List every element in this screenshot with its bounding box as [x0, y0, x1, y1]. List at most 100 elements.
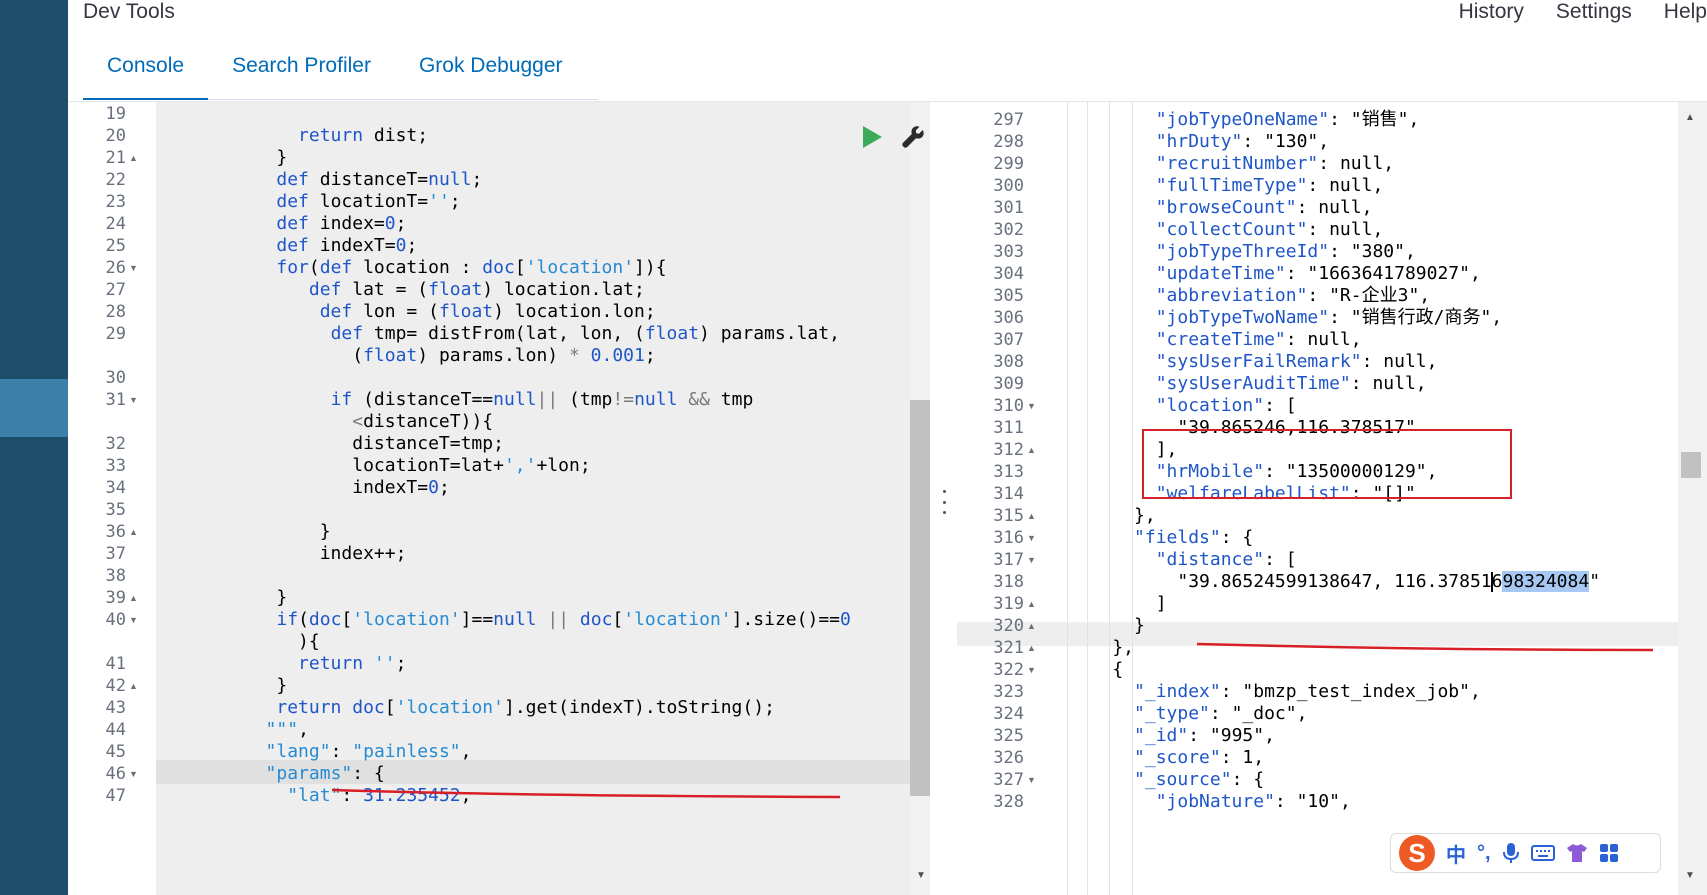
code-line: "_score": 1,	[1069, 746, 1264, 770]
line-number: 318	[993, 572, 1024, 592]
code-token: tmp= distFrom(lat, lon, (	[363, 323, 645, 344]
fold-expand-icon[interactable]: ▲	[129, 520, 138, 544]
code-token: "params"	[265, 763, 353, 784]
tab-search-profiler[interactable]: Search Profiler	[208, 46, 395, 100]
code-token: def	[330, 323, 364, 344]
fold-collapse-icon[interactable]: ▼	[1027, 394, 1036, 418]
tab-grok-debugger[interactable]: Grok Debugger	[395, 46, 587, 100]
fold-collapse-icon[interactable]: ▼	[129, 762, 138, 786]
line-number: 32	[105, 434, 126, 454]
code-line: locationT=lat+','+lon;	[168, 454, 591, 478]
code-token: [	[612, 609, 624, 630]
code-line: def lon = (float) location.lon;	[168, 300, 656, 324]
code-token: "location"	[1155, 395, 1265, 416]
panel-resize-handle[interactable]	[941, 490, 947, 514]
ime-logo[interactable]: S	[1399, 835, 1435, 871]
scroll-down-arrow-icon[interactable]: ▼	[1685, 870, 1695, 881]
code-token: : "130",	[1242, 131, 1330, 152]
run-request-icon[interactable]	[863, 126, 882, 148]
line-number	[68, 410, 126, 434]
code-token: : "R-企业3",	[1307, 285, 1431, 306]
microphone-icon[interactable]	[1502, 842, 1520, 864]
fold-expand-icon[interactable]: ▲	[1027, 614, 1036, 638]
code-token: "abbreviation"	[1155, 285, 1308, 306]
line-number: 323	[993, 682, 1024, 702]
apps-icon[interactable]	[1599, 843, 1619, 863]
code-line: "createTime": null,	[1069, 328, 1362, 352]
code-token: "browseCount"	[1155, 197, 1297, 218]
ime-punctuation-toggle[interactable]: °,	[1477, 842, 1491, 865]
code-line: return dist;	[168, 124, 428, 148]
code-token: ]==	[460, 609, 494, 630]
fold-expand-icon[interactable]: ▲	[1027, 438, 1036, 462]
code-line: {	[1069, 658, 1123, 682]
line-number	[68, 344, 126, 368]
code-token: index=	[308, 213, 385, 234]
fold-collapse-icon[interactable]: ▼	[1027, 548, 1036, 572]
code-token: 6	[1491, 571, 1503, 592]
code-token: +lon;	[536, 455, 591, 476]
response-scrollbar[interactable]	[1678, 102, 1707, 895]
annotation-underline	[1196, 642, 1654, 652]
fold-expand-icon[interactable]: ▲	[129, 674, 138, 698]
fold-collapse-icon[interactable]: ▼	[1027, 658, 1036, 682]
code-token: doc	[308, 609, 342, 630]
fold-collapse-icon[interactable]: ▼	[129, 256, 138, 280]
line-number: 19	[105, 104, 126, 124]
help-link[interactable]: Help	[1664, 0, 1707, 24]
line-number: 303	[993, 242, 1024, 262]
code-token: *	[568, 345, 580, 366]
fold-expand-icon[interactable]: ▲	[129, 586, 138, 610]
request-scroll-thumb[interactable]	[910, 400, 930, 796]
scroll-up-arrow-icon[interactable]: ▲	[1685, 112, 1695, 123]
line-number: 326	[993, 748, 1024, 768]
fold-collapse-icon[interactable]: ▼	[1027, 768, 1036, 792]
code-token: index++;	[168, 543, 407, 564]
response-scroll-thumb[interactable]	[1681, 452, 1701, 478]
fold-collapse-icon[interactable]: ▼	[129, 608, 138, 632]
code-token: (	[168, 345, 364, 366]
wrench-icon[interactable]	[900, 124, 926, 150]
indent-guide	[1087, 102, 1088, 895]
fold-collapse-icon[interactable]: ▼	[1027, 526, 1036, 550]
fold-collapse-icon[interactable]: ▼	[129, 388, 138, 412]
fold-expand-icon[interactable]: ▲	[1027, 636, 1036, 660]
code-token: : "10",	[1274, 791, 1351, 812]
code-token: def	[308, 279, 342, 300]
code-token: (	[298, 609, 309, 630]
code-token: <	[352, 411, 364, 432]
code-token: if	[276, 609, 299, 630]
code-token: }	[168, 675, 288, 696]
scroll-down-arrow-icon[interactable]: ▼	[916, 870, 926, 881]
code-line: for(def location : doc['location']){	[168, 256, 666, 280]
indent-guide	[1132, 102, 1133, 895]
code-token: def	[276, 191, 309, 212]
settings-link[interactable]: Settings	[1556, 0, 1632, 24]
tab-console[interactable]: Console	[83, 46, 209, 100]
history-link[interactable]: History	[1459, 0, 1524, 24]
code-token: : "1663641789027",	[1285, 263, 1481, 284]
fold-expand-icon[interactable]: ▲	[129, 146, 138, 170]
ime-language-toggle[interactable]: 中	[1446, 839, 1466, 868]
fold-expand-icon[interactable]: ▲	[1027, 504, 1036, 528]
code-token: (tmp	[558, 389, 613, 410]
line-number: 315	[993, 506, 1024, 526]
sidebar-active-item[interactable]	[0, 379, 68, 437]
line-number: 35	[105, 500, 126, 520]
code-token: locationT=	[308, 191, 429, 212]
keyboard-icon[interactable]	[1530, 844, 1555, 862]
fold-expand-icon[interactable]: ▲	[1027, 592, 1036, 616]
code-line: def distanceT=null;	[168, 168, 482, 192]
request-editor[interactable]: 19 20 return dist; 21 ▲ } 22 def distanceT=n…	[68, 102, 930, 895]
skin-icon[interactable]	[1566, 843, 1588, 863]
line-number: 24	[105, 214, 126, 234]
code-token: : null,	[1307, 175, 1384, 196]
